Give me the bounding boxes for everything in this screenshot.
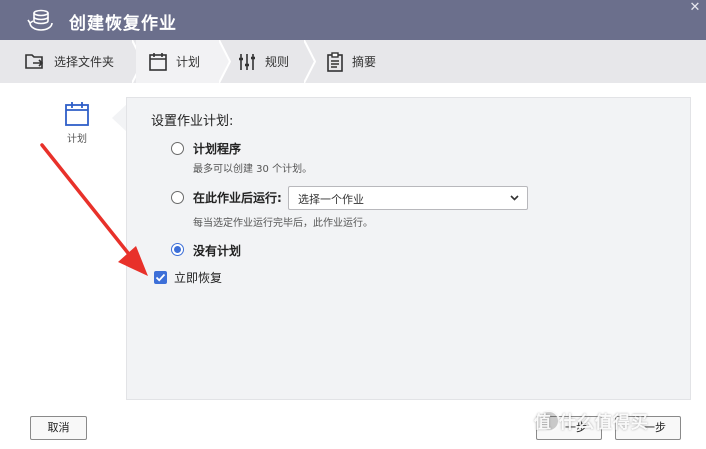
restore-app-icon: [27, 9, 53, 31]
chevron-down-icon: [510, 195, 519, 201]
option-desc-run-after: 每当选定作业运行完毕后，此作业运行。: [193, 218, 373, 229]
clipboard-icon: [327, 51, 343, 72]
option-label-no-schedule: 没有计划: [193, 244, 242, 258]
radio-scheduler[interactable]: [171, 142, 184, 155]
step-label: 摘要: [352, 55, 377, 69]
title-bar: 创建恢复作业 ✕: [0, 0, 706, 40]
step-summary[interactable]: 摘要: [326, 40, 376, 83]
restore-now-checkbox[interactable]: [154, 271, 167, 284]
dialog-title: 创建恢复作业: [69, 14, 177, 34]
step-label: 规则: [265, 55, 290, 69]
option-label-scheduler: 计划程序: [193, 142, 242, 156]
close-icon[interactable]: ✕: [688, 1, 702, 15]
step-label: 选择文件夹: [54, 55, 115, 69]
sidebar-item-label: 计划: [67, 134, 87, 145]
step-select-folder[interactable]: 选择文件夹: [24, 40, 114, 83]
step-label: 计划: [176, 55, 201, 69]
option-desc-scheduler: 最多可以创建 30 个计划。: [193, 164, 313, 175]
panel-pointer: [112, 104, 127, 132]
step-schedule[interactable]: 计划: [136, 40, 220, 83]
radio-no-schedule[interactable]: [171, 243, 184, 256]
option-label-run-after: 在此作业后运行:: [193, 191, 282, 205]
watermark-text: 值 什么值得买: [534, 413, 649, 433]
radio-run-after-job[interactable]: [171, 191, 184, 204]
cancel-button[interactable]: 取消: [30, 416, 87, 440]
step-separator: [304, 40, 316, 83]
restore-now-label: 立即恢复: [174, 271, 223, 285]
sliders-icon: [239, 53, 255, 70]
calendar-icon: [65, 102, 89, 126]
section-title: 设置作业计划:: [151, 114, 234, 129]
step-rules[interactable]: 规则: [237, 40, 289, 83]
step-separator: [219, 40, 231, 83]
sidebar-item-schedule[interactable]: 计划: [55, 101, 99, 151]
job-select-value: 选择一个作业: [298, 193, 364, 206]
dialog-window: 创建恢复作业 ✕ 选择文件夹 计划 规则 摘要 计划 设置作业计划: 计划程序 …: [0, 0, 706, 449]
folder-icon: [25, 53, 44, 69]
wizard-steps: 选择文件夹 计划 规则 摘要: [0, 40, 706, 83]
job-select[interactable]: 选择一个作业: [288, 186, 528, 210]
checkmark-icon: [155, 273, 166, 282]
calendar-icon: [149, 52, 167, 71]
